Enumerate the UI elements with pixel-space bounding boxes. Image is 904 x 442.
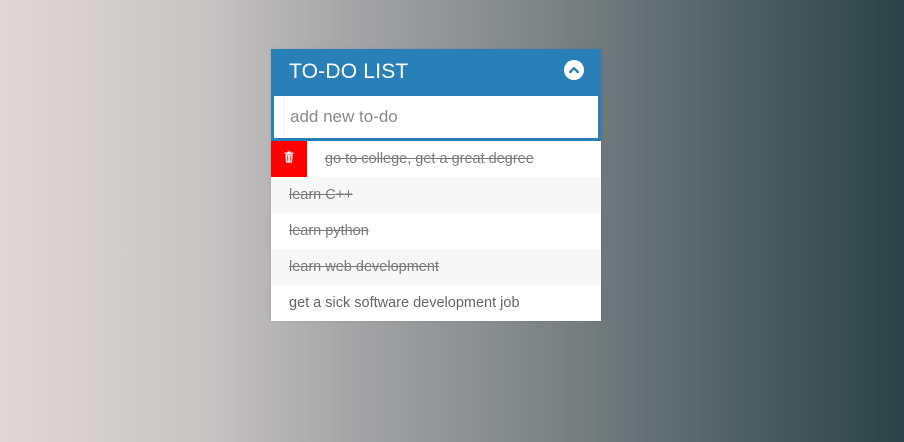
todo-text: learn web development	[289, 259, 439, 275]
todo-text: learn C++	[289, 187, 353, 203]
todo-card: TO-DO LIST go to c	[271, 49, 601, 321]
delete-button[interactable]	[271, 141, 307, 177]
list-item[interactable]: learn C++	[271, 177, 601, 213]
page-title: TO-DO LIST	[289, 59, 409, 83]
list-item[interactable]: go to college, get a great degree	[271, 141, 601, 177]
list-item[interactable]: learn python	[271, 213, 601, 249]
new-todo-input[interactable]	[271, 94, 601, 141]
todo-text: go to college, get a great degree	[325, 151, 534, 167]
list-item[interactable]: get a sick software development job	[271, 285, 601, 321]
todo-header: TO-DO LIST	[271, 49, 601, 94]
new-todo-wrapper	[271, 94, 601, 141]
list-item[interactable]: learn web development	[271, 249, 601, 285]
todo-list: go to college, get a great degree learn …	[271, 141, 601, 321]
chevron-up-circle-icon[interactable]	[564, 59, 584, 80]
trash-icon	[284, 141, 294, 177]
todo-text: get a sick software development job	[289, 295, 520, 311]
todo-text: learn python	[289, 223, 369, 239]
